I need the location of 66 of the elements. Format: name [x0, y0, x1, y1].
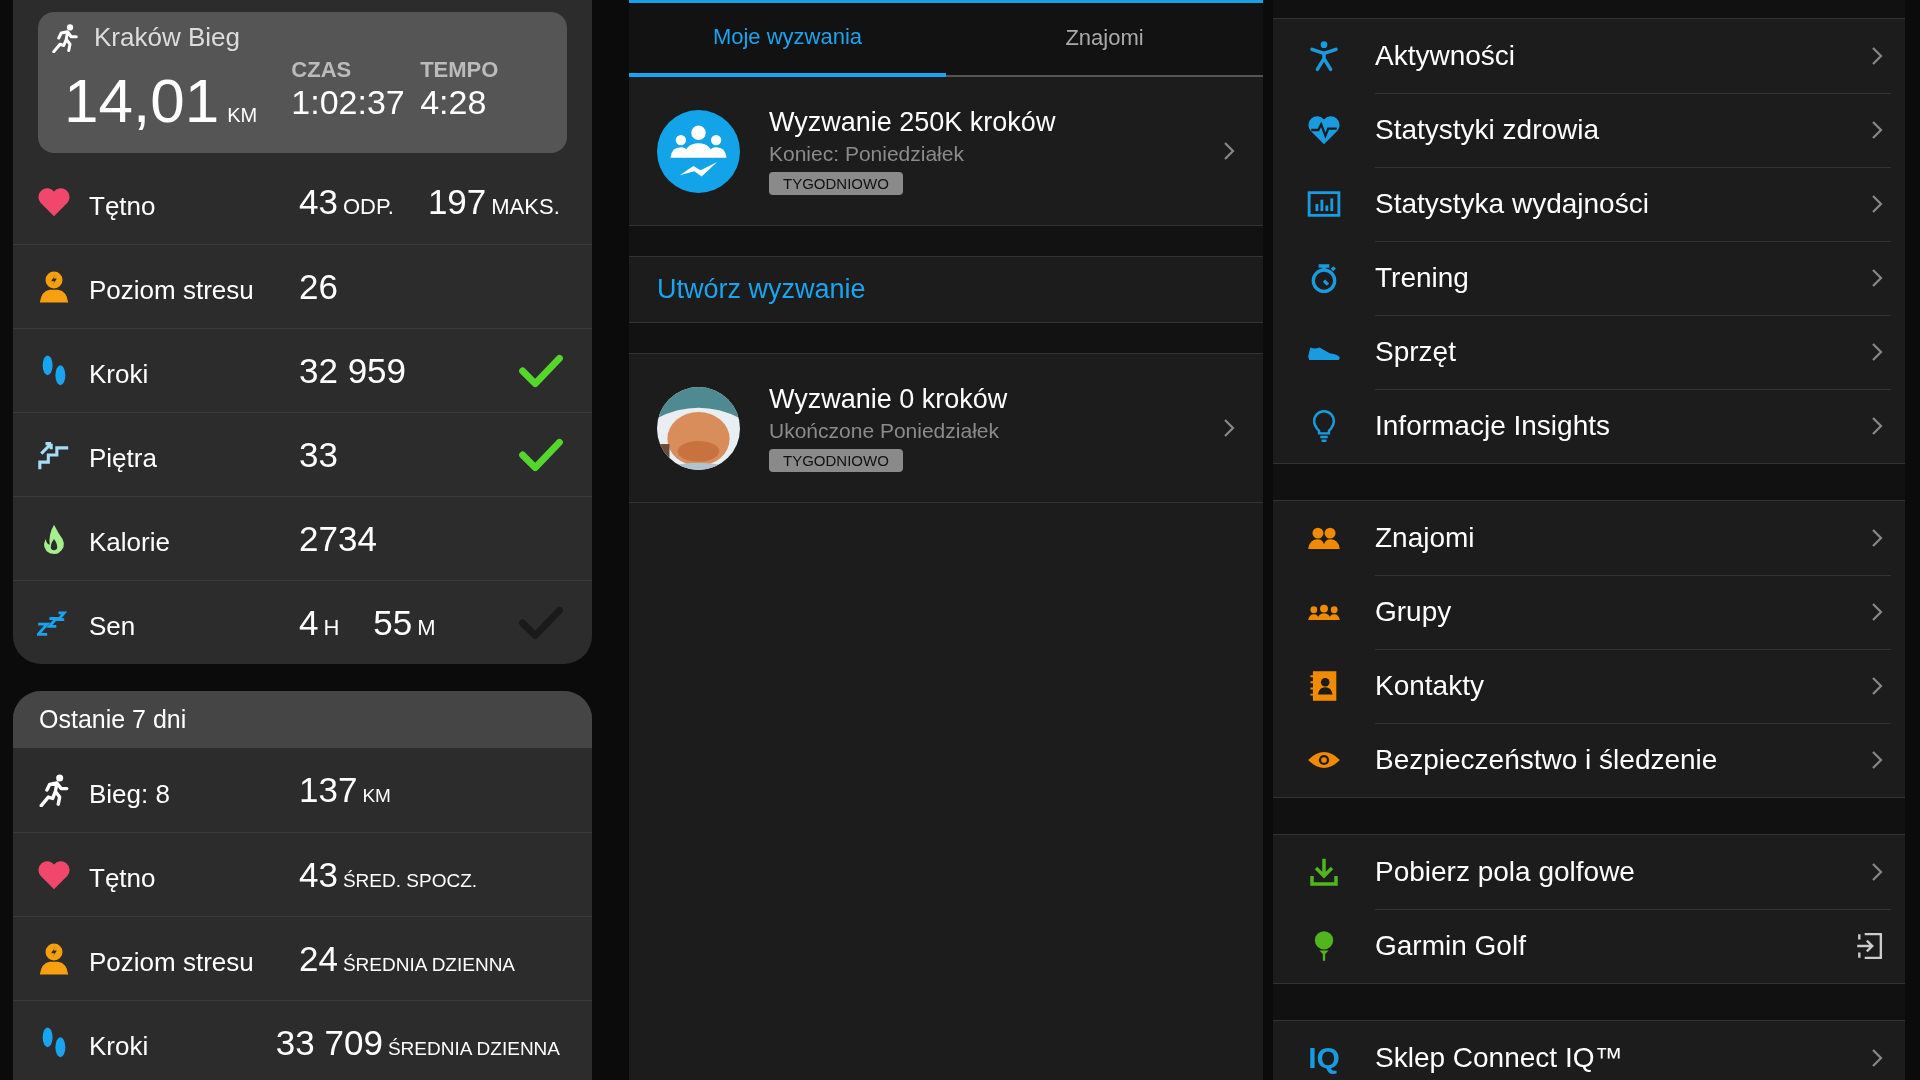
metric-value: 43 ODP.	[299, 182, 395, 222]
tab[interactable]: Znajomi	[946, 3, 1263, 77]
menu-item[interactable]: Pobierz pola golfowe	[1273, 835, 1905, 909]
menu-item[interactable]: Bezpieczeństwo i śledzenie	[1273, 723, 1905, 797]
frequency-tag: TYGODNIOWO	[769, 449, 903, 472]
menu-item[interactable]: Sprzęt	[1273, 315, 1905, 389]
menu-item[interactable]: Grupy	[1273, 575, 1905, 649]
metric-label: Kroki	[89, 358, 150, 390]
metric-value: 55 M	[373, 602, 437, 643]
menu-item[interactable]: Aktywności	[1273, 19, 1905, 93]
person-icon	[1307, 40, 1341, 72]
metric-value: 33 709 ŚREDNIA DZIENNA	[275, 1022, 561, 1063]
download-icon	[1307, 856, 1341, 888]
metric-label: Tętno	[89, 862, 157, 894]
group-challenge-icon	[657, 109, 740, 193]
heart-pulse-icon	[1307, 114, 1341, 146]
person-bolt-icon	[37, 941, 71, 976]
metric-label: Poziom stresu	[89, 274, 255, 306]
challenge-item[interactable]: Wyzwanie 0 kroków Ukończone Poniedziałek TYGODNIOWO	[629, 354, 1263, 503]
metric-value: 197 MAKS.	[427, 182, 561, 222]
stat-label: TEMPO	[420, 57, 500, 83]
menu-item[interactable]: Informacje Insights	[1273, 389, 1905, 463]
stat-value: 4:28	[420, 83, 488, 122]
tab[interactable]: Moje wyzwania	[629, 3, 946, 77]
metric-value: 33	[299, 434, 338, 475]
metric-value: 24 ŚREDNIA DZIENNA	[299, 938, 517, 979]
bar-chart-icon	[1307, 188, 1341, 220]
menu-item[interactable]: Garmin Golf	[1273, 909, 1905, 983]
metric-value: 26	[299, 266, 338, 307]
challenge-item[interactable]: Wyzwanie 250K kroków Koniec: Poniedziałek TYGODNIOWO	[629, 77, 1263, 226]
menu-item[interactable]: Statystyka wydajności	[1273, 167, 1905, 241]
metric-label: Kalorie	[89, 526, 171, 558]
metric-label: Bieg: 8	[89, 777, 171, 810]
metric-value: 43 ŚRED. SPOCZ.	[299, 854, 478, 895]
menu-item[interactable]: Trening	[1273, 241, 1905, 315]
menu-item[interactable]: Statystyki zdrowia	[1273, 93, 1905, 167]
runner-icon	[50, 22, 80, 53]
chevron-right-icon	[1223, 418, 1235, 438]
activity-title: Kraków Bieg	[94, 22, 240, 53]
metric-label: Piętra	[89, 442, 158, 474]
person-bolt-icon	[37, 269, 71, 304]
metric-label: Kroki	[89, 1030, 150, 1062]
menu-item[interactable]: IQ Sklep Connect IQ™	[1273, 1021, 1905, 1080]
challenge-title: Wyzwanie 250K kroków	[769, 107, 1056, 138]
distance-value: 14,01 KM	[63, 65, 259, 136]
metric-value: 32 959	[299, 350, 407, 391]
section-title: Ostanie 7 dni	[39, 705, 187, 734]
stat-label: CZAS	[291, 57, 353, 83]
runner-icon	[37, 773, 71, 807]
metric-label: Tętno	[89, 189, 157, 222]
heart-icon	[37, 185, 71, 219]
chevron-right-icon	[1223, 141, 1235, 161]
metric-value: 4 H	[299, 602, 341, 643]
frequency-tag: TYGODNIOWO	[769, 172, 903, 195]
metric-label: Sen	[89, 610, 137, 642]
activity-summary-card[interactable]: Kraków Bieg 14,01 KM CZAS 1:02:37 TEMPO 4:28	[38, 12, 567, 153]
menu-item[interactable]: Znajomi	[1273, 501, 1905, 575]
stat-value: 1:02:37	[291, 83, 406, 122]
connect-iq-logo: IQ	[1308, 1041, 1340, 1075]
challenge-subtitle: Koniec: Poniedziałek	[769, 142, 964, 166]
metric-label: Poziom stresu	[89, 946, 255, 978]
challenge-title: Wyzwanie 0 kroków	[769, 384, 1008, 415]
metric-value: 2734	[299, 518, 377, 559]
metric-value: 137 KM	[299, 770, 392, 810]
challenge-subtitle: Ukończone Poniedziałek	[769, 419, 999, 443]
menu-item[interactable]: Kontakty	[1273, 649, 1905, 723]
